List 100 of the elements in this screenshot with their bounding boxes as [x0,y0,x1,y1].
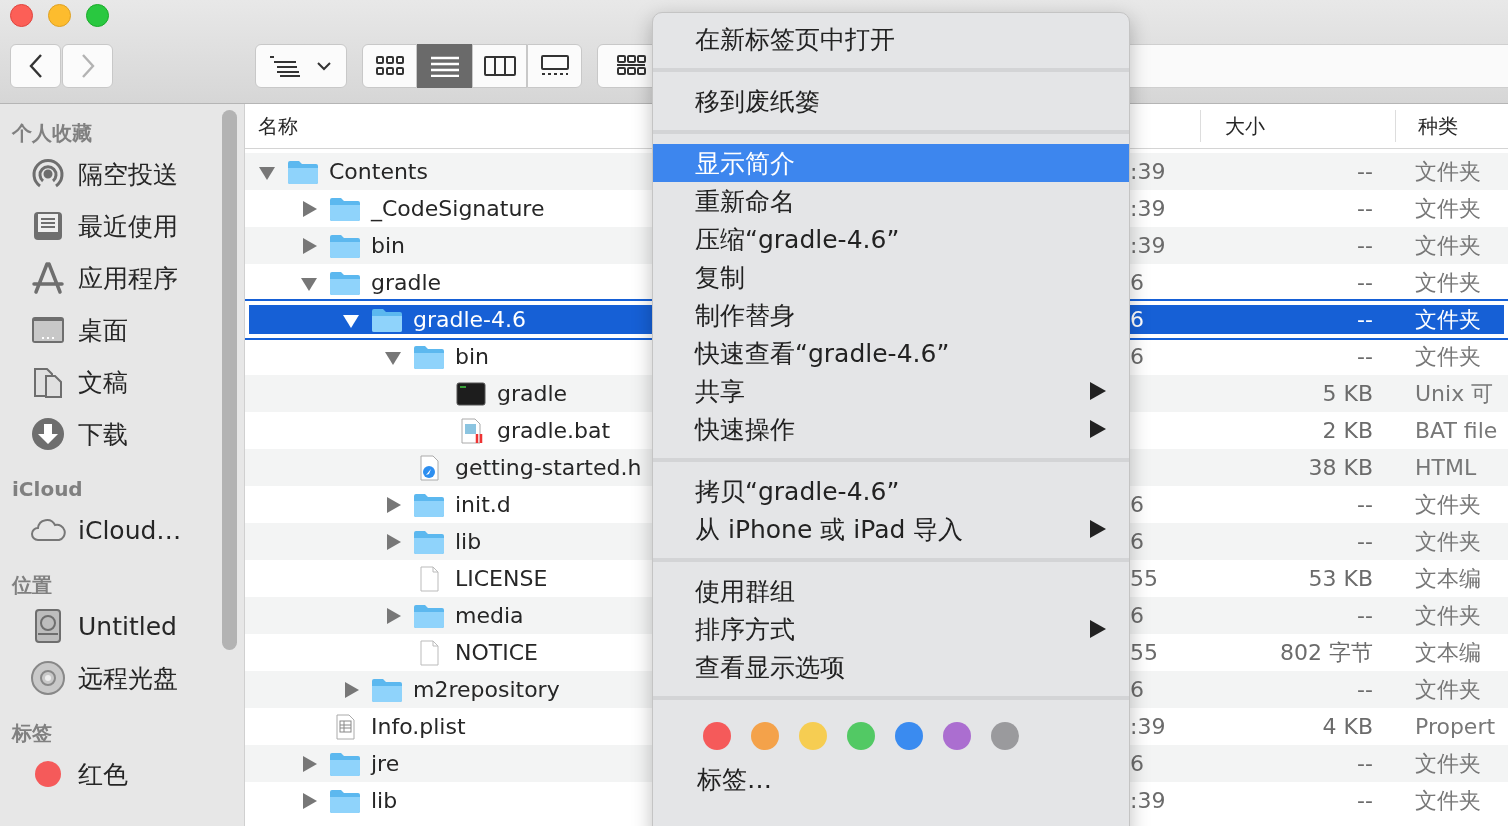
size-cell: -- [1357,529,1373,554]
tag-color-dot[interactable] [991,722,1019,750]
sidebar-item[interactable]: Untitled [0,600,244,652]
column-header[interactable]: 大小 [1200,110,1395,142]
tag-color-dot[interactable] [847,722,875,750]
column-header[interactable]: 名称 [245,112,652,140]
menu-item[interactable]: 查看显示选项 [653,648,1129,686]
menu-item[interactable]: 显示简介 [653,144,1129,182]
gallery-view-button[interactable] [527,44,582,88]
size-cell: -- [1357,270,1373,295]
arrange-button[interactable] [255,44,347,88]
kind-cell: 文件夹 [1415,232,1481,258]
file-name[interactable]: bin [371,233,406,258]
file-name[interactable]: gradle-4.6 [413,307,527,332]
sidebar-heading: 位置 [11,572,53,599]
icons-view-button[interactable] [362,44,417,88]
columns-view-button[interactable] [472,44,527,88]
kind-cell: 文件夹 [1415,491,1481,517]
size-cell: -- [1357,492,1373,517]
sidebar-item[interactable]: 桌面 [0,304,244,356]
kind-cell: 文件夹 [1415,676,1481,702]
tag-color-dot[interactable] [799,722,827,750]
date-cell: 6 [1130,751,1144,776]
size-cell: 38 KB [1308,455,1373,480]
menu-item[interactable]: 标签… [653,760,1129,798]
size-cell: -- [1357,307,1373,332]
folder-icon [329,269,361,296]
menu-item[interactable]: 使用群组 [653,572,1129,610]
sidebar-item[interactable]: 下载 [0,408,244,460]
file-name[interactable]: gradle [497,381,568,406]
size-cell: -- [1357,603,1373,628]
size-cell: -- [1357,344,1373,369]
kind-cell: 文本编 [1415,639,1481,665]
menu-item[interactable]: 复制 [653,258,1129,296]
menu-item[interactable]: 制作替身 [653,296,1129,334]
file-name[interactable]: lib [371,788,398,813]
menu-item[interactable]: 压缩“gradle-4.6” [653,220,1129,258]
menu-item[interactable]: 共享 [653,372,1129,410]
menu-item[interactable]: 重新命名 [653,182,1129,220]
folder-icon [329,232,361,259]
sidebar-item[interactable]: 最近使用 [0,200,244,252]
menu-item[interactable]: 排序方式 [653,610,1129,648]
folder-icon [413,343,445,370]
date-cell: :39 [1130,788,1166,813]
tag-color-dot[interactable] [943,722,971,750]
file-name[interactable]: gradle.bat [497,418,611,443]
menu-item[interactable]: 拷贝“gradle-4.6” [653,472,1129,510]
menu-item[interactable]: 快速查看“gradle-4.6” [653,334,1129,372]
size-cell: -- [1357,677,1373,702]
file-name[interactable]: init.d [455,492,511,517]
kind-cell: 文件夹 [1415,787,1481,813]
file-name[interactable]: jre [371,751,400,776]
size-cell: 5 KB [1322,381,1373,406]
tag-color-dot[interactable] [751,722,779,750]
chevron-left-icon [27,53,44,79]
scrollbar[interactable] [222,110,237,650]
file-name[interactable]: Contents [329,159,428,184]
kind-cell: HTML [1415,455,1477,480]
folder-icon [371,306,403,333]
kind-cell: 文件夹 [1415,195,1481,221]
file-name[interactable]: media [455,603,524,628]
terminal-icon [455,380,487,407]
folder-icon [413,602,445,629]
file-name[interactable]: LICENSE [455,566,548,591]
size-cell: 53 KB [1308,566,1373,591]
size-cell: -- [1357,233,1373,258]
folder-icon [329,750,361,777]
file-name[interactable]: bin [455,344,490,369]
tag-color-dot[interactable] [703,722,731,750]
sidebar-item[interactable]: iCloud… [0,504,244,556]
kind-cell: 文件夹 [1415,158,1481,184]
file-name[interactable]: NOTICE [455,640,538,665]
back-button[interactable] [10,44,61,88]
sidebar-item[interactable]: 隔空投送 [0,148,244,200]
date-cell: :39 [1130,714,1166,739]
file-name[interactable]: getting-started.h [455,455,642,480]
tag-color-dot[interactable] [895,722,923,750]
menu-item[interactable]: 移到废纸篓 [653,82,1129,120]
date-cell: 6 [1130,529,1144,554]
menu-item[interactable]: 在新标签页中打开 [653,20,1129,58]
folder-icon [329,787,361,814]
file-name[interactable]: m2repository [413,677,560,702]
sidebar-item[interactable]: 远程光盘 [0,652,244,704]
sidebar-item[interactable]: 文稿 [0,356,244,408]
date-cell: :39 [1130,196,1166,221]
list-view-button[interactable] [417,44,472,88]
file-name[interactable]: gradle [371,270,442,295]
sidebar-item[interactable]: 红色 [0,748,244,800]
icon-grid-icon [374,55,405,77]
menu-item[interactable]: 快速操作 [653,410,1129,448]
zoom-button[interactable] [86,4,109,27]
close-button[interactable] [10,4,33,27]
kind-cell: 文件夹 [1415,750,1481,776]
file-name[interactable]: Info.plist [371,714,466,739]
file-name[interactable]: _CodeSignature [371,196,545,221]
menu-item[interactable]: 从 iPhone 或 iPad 导入 [653,510,1129,548]
sidebar-item[interactable]: 应用程序 [0,252,244,304]
file-name[interactable]: lib [455,529,482,554]
column-header[interactable]: 种类 [1395,110,1508,142]
kind-cell: 文件夹 [1415,306,1481,332]
